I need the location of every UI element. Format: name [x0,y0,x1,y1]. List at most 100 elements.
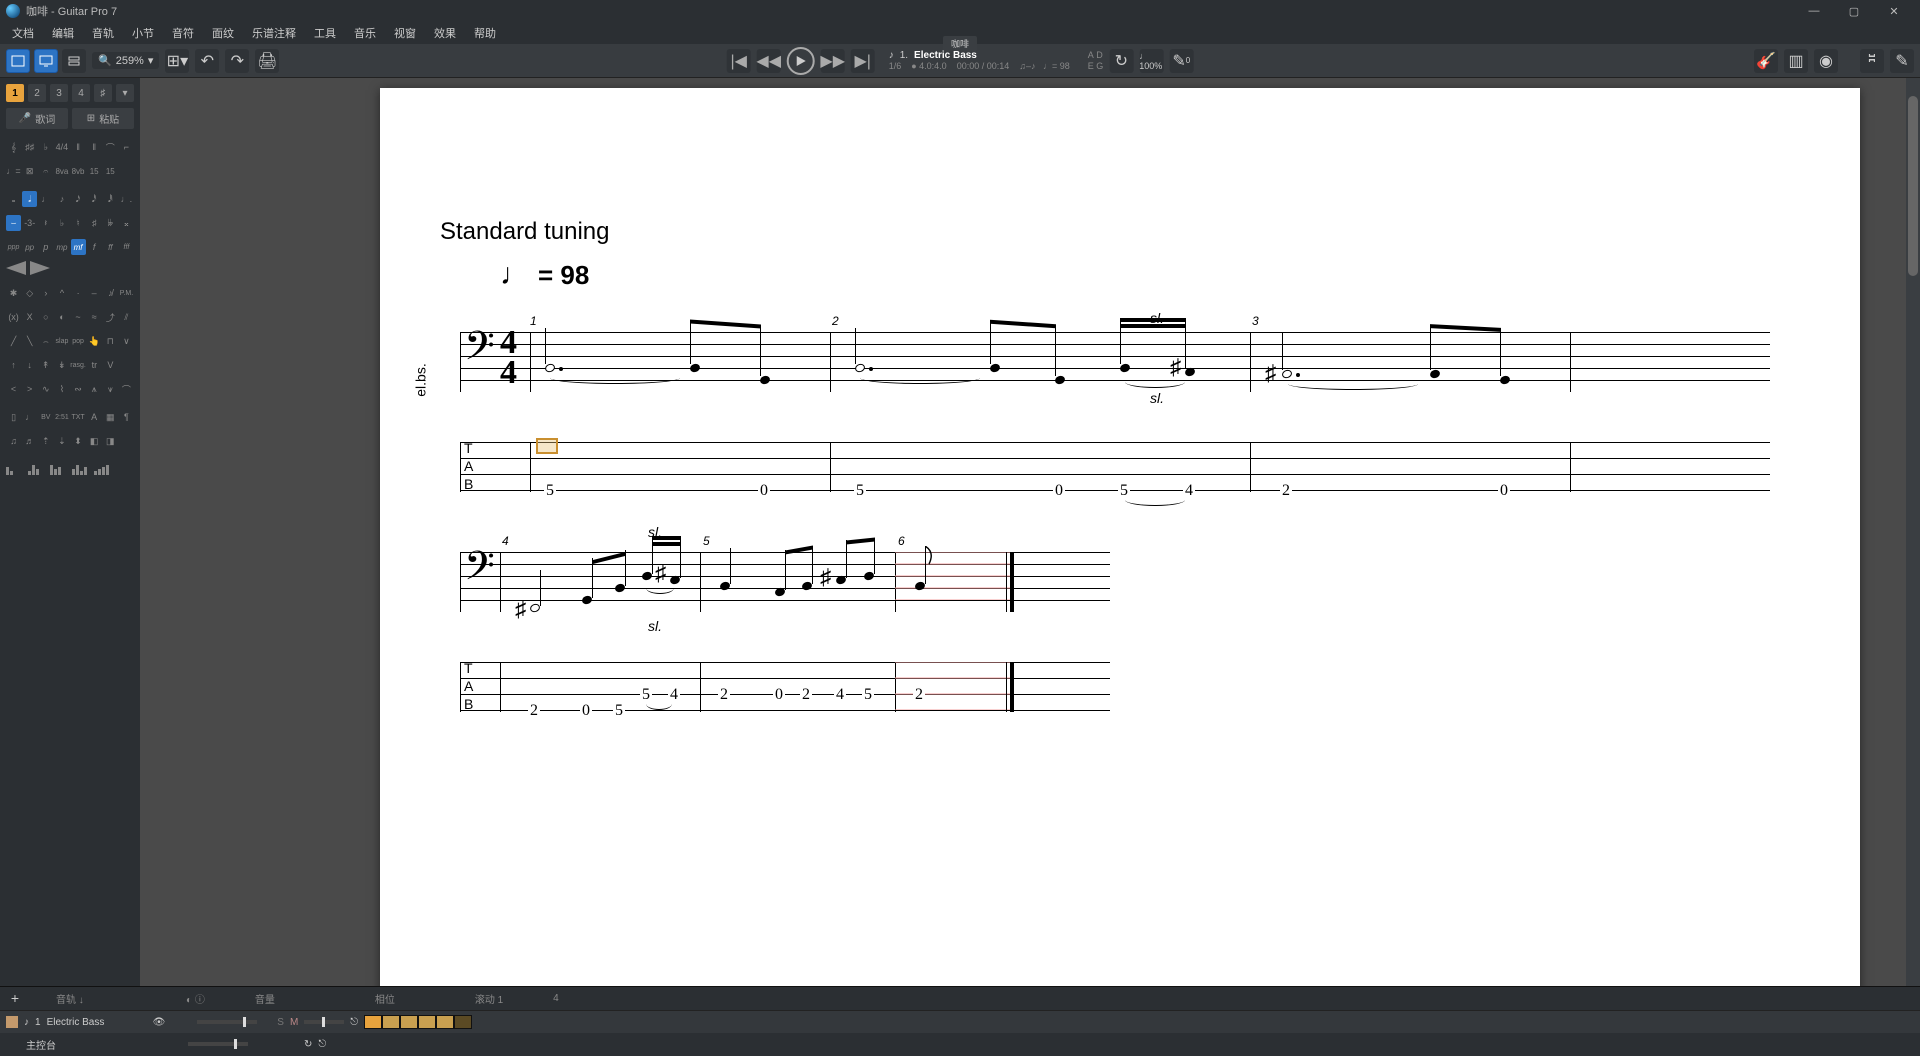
letring-icon[interactable]: (x) [6,309,21,325]
txt-icon[interactable]: TXT [71,409,86,425]
redo-button[interactable]: ↷ [225,49,249,73]
add-track-button[interactable]: + [6,990,24,1008]
bend-icon[interactable]: ⤴ [103,309,118,325]
fermata-icon[interactable]: 𝄐 [38,163,53,179]
tab-fret[interactable]: 5 [613,702,625,720]
menu-note[interactable]: 音符 [164,23,202,43]
menu-edit[interactable]: 编辑 [44,23,82,43]
dead-note-icon[interactable]: ✱ [6,285,21,301]
go-start-button[interactable]: |◀ [727,49,751,73]
note[interactable] [989,363,1001,374]
go-end-button[interactable]: ▶| [851,49,875,73]
tab-fret[interactable]: 0 [580,702,592,720]
edit-cursor[interactable] [536,438,558,454]
score-viewport[interactable]: Standard tuning ♩ = 98 el.bs. 𝄢 44 [140,78,1920,986]
standard-staff-row1[interactable]: 𝄢 44 1 [460,332,1770,392]
loop-icon[interactable]: ↻ [304,1039,312,1050]
menu-effects[interactable]: 面纹 [204,23,242,43]
timesig-icon[interactable]: 4/4 [54,139,69,155]
pitch-button[interactable]: ✎ 0 [1169,49,1193,73]
zoom-control[interactable]: 🔍 259% ▾ [92,52,159,69]
sharp-icon[interactable]: ♯ [87,215,102,231]
lyrics-button[interactable]: 🎤 歌词 [6,108,68,129]
tab-fret[interactable]: 0 [773,686,785,704]
arrow-up-icon[interactable]: ↑ [6,357,21,373]
display-settings-button[interactable]: ⊞▾ [165,49,189,73]
triplet3-icon[interactable]: -3- [22,215,37,231]
visible-icon[interactable]: 👁 [153,1017,166,1028]
p-icon[interactable]: p [38,239,53,255]
grace-note-icon[interactable]: ♪̸ [103,285,118,301]
fff-icon[interactable]: fff [119,239,134,255]
crescendo-icon[interactable] [6,261,26,275]
fermata2-icon[interactable]: ⌒ [119,381,134,397]
track-header[interactable]: 音轨 ↓ [56,991,176,1006]
arpeggio-down-icon[interactable]: ↡ [54,357,69,373]
mixer-button[interactable]: ⎶ [1860,49,1884,73]
tab-fret[interactable]: 2 [800,686,812,704]
bars5-icon[interactable] [94,463,110,475]
voice3-icon[interactable]: ◨ [103,433,118,449]
rewind-button[interactable]: ◀◀ [757,49,781,73]
track-name[interactable]: Electric Bass [914,50,977,61]
sixteenth-note-icon[interactable]: 𝅘𝅥𝅯 [71,191,86,207]
track-row[interactable]: ♪ 1 Electric Bass 👁 S M ⎋ [0,1011,1920,1033]
accent-icon[interactable]: › [38,285,53,301]
tab-fret[interactable]: 0 [758,482,770,500]
master-row[interactable]: 主控台 ↻ ⎋ [0,1033,1920,1055]
track-row-name[interactable]: Electric Bass [47,1017,147,1028]
close-button[interactable]: ✕ [1874,0,1914,22]
song-title-badge[interactable]: 咖啡 [943,36,977,51]
mute-button[interactable]: M [290,1017,298,1028]
x-note-icon[interactable]: X [22,309,37,325]
paste-button[interactable]: ⊞ 粘贴 [72,108,134,129]
menu-bar-item[interactable]: 小节 [124,23,162,43]
measure-box[interactable] [382,1015,400,1029]
voice2-icon[interactable]: ◧ [87,433,102,449]
menu-section[interactable]: 乐谱注释 [244,23,304,43]
menu-view[interactable]: 视窗 [386,23,424,43]
print-button[interactable]: 🖨 [255,49,279,73]
double-flat-icon[interactable]: 𝄫 [103,215,118,231]
tab-fret[interactable]: 5 [854,482,866,500]
tab-fret[interactable]: 2 [718,686,730,704]
pick-up-icon[interactable]: ∨ [119,333,134,349]
palette-tab-1[interactable]: 1 [6,84,24,102]
flat-icon[interactable]: ♭ [54,215,69,231]
measure-box[interactable] [364,1015,382,1029]
fretboard-button[interactable]: 🎸 [1754,49,1778,73]
minimize-button[interactable]: — [1794,0,1834,22]
master-volume-slider[interactable] [188,1042,248,1046]
stemdown-icon[interactable]: ⇣ [54,433,69,449]
measure-overview[interactable] [364,1015,472,1029]
menu-tools[interactable]: 工具 [306,23,344,43]
tab-fret[interactable]: 4 [834,686,846,704]
wide-vib-icon[interactable]: ≈ [87,309,102,325]
bv-icon[interactable]: BV [38,409,53,425]
pp-icon[interactable]: pp [22,239,37,255]
mp-icon[interactable]: mp [54,239,69,255]
repeat-end-icon[interactable]: ‖ [87,139,102,155]
drums-button[interactable]: ◉ [1814,49,1838,73]
pan-slider[interactable] [304,1020,344,1024]
mf-icon[interactable]: mf [71,239,86,255]
bars2-icon[interactable] [28,463,44,475]
half-note-icon[interactable]: 𝅗𝅥 [22,191,37,207]
slap-icon[interactable]: pop [71,333,86,349]
xtime-icon[interactable]: ⊠ [22,163,37,179]
ornament1-icon[interactable]: ∿ [38,381,53,397]
double-sharp-icon[interactable]: 𝄪 [119,215,134,231]
pop-icon[interactable]: slap [54,333,69,349]
properties-button[interactable]: ✎ [1890,49,1914,73]
tempo-mark-icon[interactable]: ♩= [6,163,21,179]
note[interactable] [1499,375,1511,386]
eq-icon[interactable]: ⎋ [318,1039,326,1050]
tap-icon[interactable]: ◐ [54,309,69,325]
menu-sound[interactable]: 音乐 [346,23,384,43]
stemup-icon[interactable]: ⇡ [38,433,53,449]
speed-button[interactable]: ♩ 100% [1139,49,1163,73]
menu-track[interactable]: 音轨 [84,23,122,43]
palette-tab-4[interactable]: 4 [72,84,90,102]
measure-box[interactable] [454,1015,472,1029]
beam2-icon[interactable]: ♬ [22,433,37,449]
